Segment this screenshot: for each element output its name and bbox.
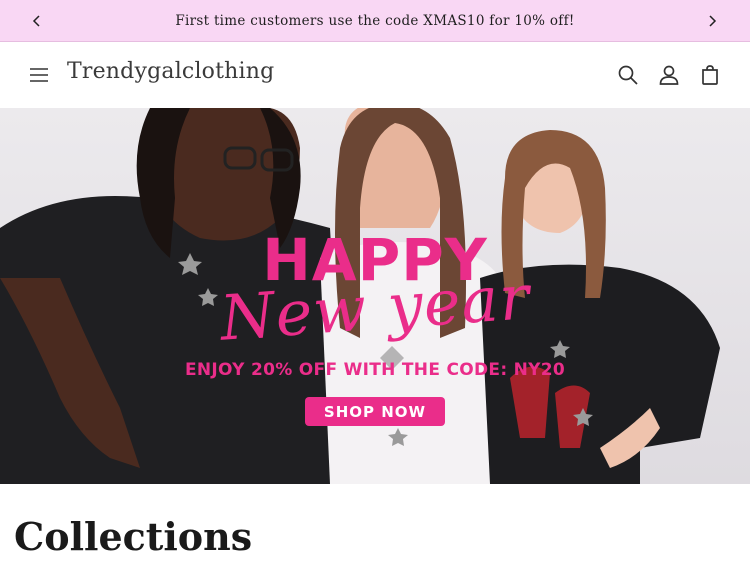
announcement-text: First time customers use the code XMAS10… — [175, 12, 575, 29]
search-icon — [618, 65, 638, 85]
menu-button[interactable] — [28, 64, 50, 86]
chevron-left-icon — [32, 15, 40, 27]
chevron-right-icon — [709, 15, 717, 27]
menu-icon — [30, 68, 48, 82]
search-button[interactable] — [616, 63, 640, 87]
account-button[interactable] — [657, 63, 681, 87]
announcement-bar: First time customers use the code XMAS10… — [0, 0, 750, 42]
shop-now-button[interactable]: SHOP NOW — [305, 397, 445, 426]
next-announcement-button[interactable] — [702, 11, 722, 31]
site-header: Trendygalclothing — [0, 42, 750, 108]
cart-icon — [702, 65, 718, 85]
hero-promo-text: ENJOY 20% OFF WITH THE CODE: NY20 — [184, 360, 566, 380]
store-logo[interactable]: Trendygalclothing — [67, 59, 274, 84]
cart-button[interactable] — [698, 63, 722, 87]
previous-announcement-button[interactable] — [27, 11, 47, 31]
hero-banner[interactable]: HAPPY New year ENJOY 20% OFF WITH THE CO… — [0, 108, 750, 484]
collections-heading: Collections — [14, 514, 253, 559]
account-icon — [659, 65, 679, 85]
